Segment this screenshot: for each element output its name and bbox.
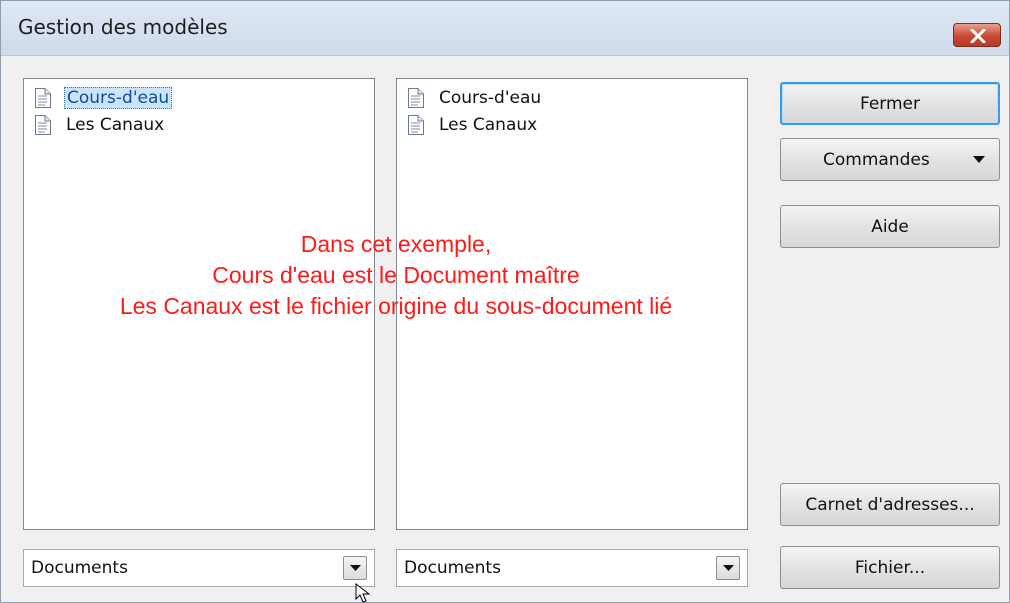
chevron-down-icon bbox=[723, 565, 734, 571]
close-button[interactable] bbox=[953, 23, 1001, 47]
chevron-down-icon bbox=[973, 156, 985, 163]
list-item-label: Cours-d'eau bbox=[439, 88, 542, 108]
document-icon bbox=[35, 115, 51, 135]
address-book-button[interactable]: Carnet d'adresses... bbox=[780, 483, 1000, 526]
left-category-value: Documents bbox=[31, 558, 128, 578]
list-item[interactable]: Les Canaux bbox=[34, 114, 166, 136]
left-category-dropdown-button[interactable] bbox=[343, 556, 367, 580]
close-dialog-button[interactable]: Fermer bbox=[780, 82, 1000, 125]
file-button[interactable]: Fichier... bbox=[780, 546, 1000, 589]
right-category-value: Documents bbox=[404, 558, 501, 578]
commands-button-label: Commandes bbox=[823, 149, 930, 170]
list-item-label: Les Canaux bbox=[66, 115, 165, 135]
list-item-label: Les Canaux bbox=[439, 115, 538, 135]
close-icon bbox=[970, 29, 986, 43]
title-bar: Gestion des modèles bbox=[1, 1, 1009, 56]
annotation-line: Dans cet exemple, bbox=[300, 231, 492, 257]
dialog-window: Gestion des modèles Cours-d'eau Les Cana… bbox=[0, 0, 1010, 603]
chevron-down-icon bbox=[350, 565, 361, 571]
document-icon bbox=[408, 88, 424, 108]
document-icon bbox=[408, 115, 424, 135]
right-category-select[interactable]: Documents bbox=[396, 549, 748, 587]
annotation-text: Dans cet exemple, Cours d'eau est le Doc… bbox=[41, 229, 751, 322]
mouse-pointer-icon bbox=[355, 583, 371, 603]
annotation-line: Les Canaux est le fichier origine du sou… bbox=[119, 293, 673, 319]
left-category-select[interactable]: Documents bbox=[23, 549, 375, 587]
commands-button[interactable]: Commandes bbox=[780, 138, 1000, 181]
list-item[interactable]: Cours-d'eau bbox=[407, 87, 543, 109]
help-button[interactable]: Aide bbox=[780, 205, 1000, 248]
annotation-line: Cours d'eau est le Document maître bbox=[212, 262, 580, 288]
list-item-label: Cours-d'eau bbox=[64, 87, 173, 109]
dialog-title: Gestion des modèles bbox=[18, 15, 228, 39]
list-item[interactable]: Les Canaux bbox=[407, 114, 539, 136]
right-category-dropdown-button[interactable] bbox=[716, 556, 740, 580]
document-icon bbox=[35, 88, 51, 108]
list-item[interactable]: Cours-d'eau bbox=[34, 87, 173, 109]
